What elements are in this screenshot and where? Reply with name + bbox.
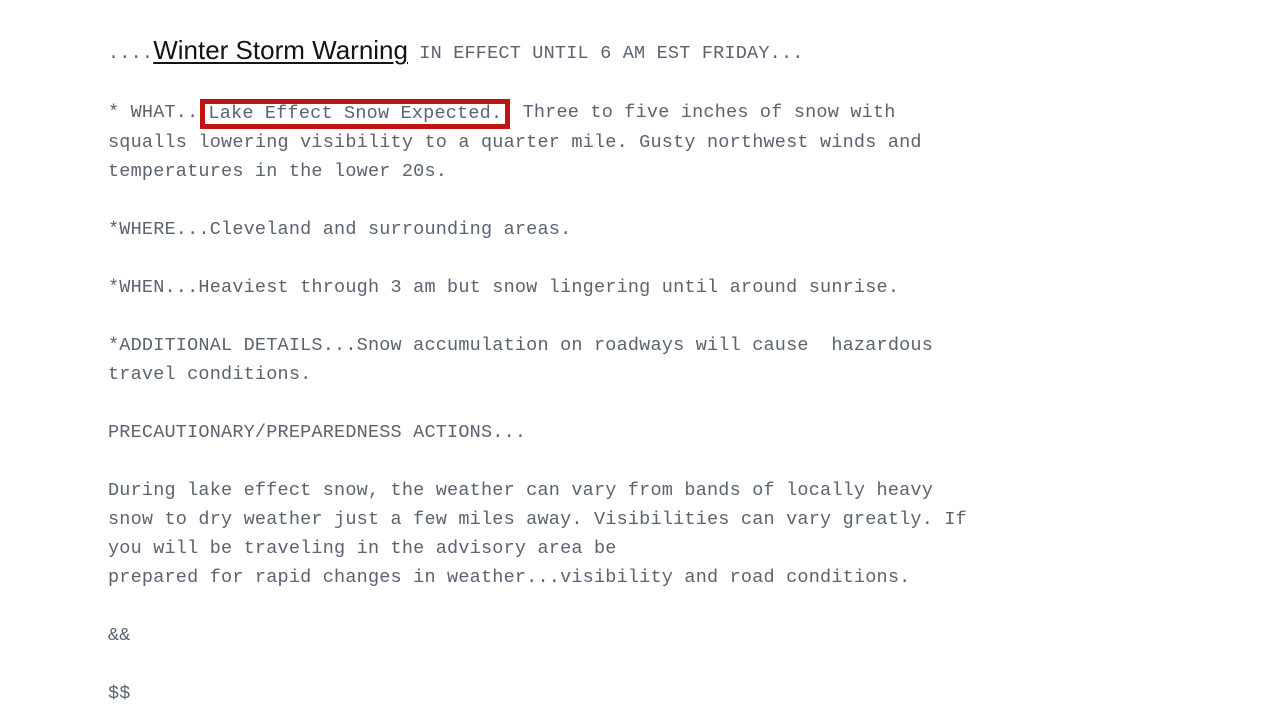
where-line: *WHERE...Cleveland and surrounding areas… bbox=[108, 219, 572, 240]
alert-headline: ....Winter Storm Warning IN EFFECT UNTIL… bbox=[108, 36, 1228, 69]
what-section: * WHAT.. Lake Effect Snow Expected. Three… bbox=[108, 98, 1228, 186]
segment-separator-section: && bbox=[108, 621, 1228, 650]
precautionary-heading-section: PRECAUTIONARY/PREPAREDNESS ACTIONS... bbox=[108, 418, 1228, 447]
alert-event-title: Winter Storm Warning bbox=[153, 35, 408, 65]
headline-leading-dots: .... bbox=[108, 43, 154, 64]
alert-text-body: ....Winter Storm Warning IN EFFECT UNTIL… bbox=[108, 36, 1228, 708]
weather-alert-page: ....Winter Storm Warning IN EFFECT UNTIL… bbox=[0, 0, 1280, 720]
additional-details-line1: *ADDITIONAL DETAILS...Snow accumulation … bbox=[108, 335, 934, 356]
segment-separator: && bbox=[108, 625, 131, 646]
additional-details-line2: travel conditions. bbox=[108, 364, 312, 385]
when-line: *WHEN...Heaviest through 3 am but snow l… bbox=[108, 277, 900, 298]
highlighted-phrase-box: Lake Effect Snow Expected. bbox=[200, 99, 511, 129]
end-marker-section: $$ bbox=[108, 679, 1228, 708]
precautionary-body-line4: prepared for rapid changes in weather...… bbox=[108, 567, 911, 588]
when-section: *WHEN...Heaviest through 3 am but snow l… bbox=[108, 273, 1228, 302]
precautionary-body-line1: During lake effect snow, the weather can… bbox=[108, 480, 934, 501]
end-marker: $$ bbox=[108, 683, 131, 704]
additional-details-section: *ADDITIONAL DETAILS...Snow accumulation … bbox=[108, 331, 1228, 389]
where-section: *WHERE...Cleveland and surrounding areas… bbox=[108, 215, 1228, 244]
headline-effective-period: IN EFFECT UNTIL 6 AM EST FRIDAY... bbox=[407, 43, 804, 64]
what-label: * WHAT.. bbox=[108, 102, 199, 123]
precautionary-body-section: During lake effect snow, the weather can… bbox=[108, 476, 1228, 592]
what-third-line: temperatures in the lower 20s. bbox=[108, 161, 448, 182]
precautionary-body-line3: you will be traveling in the advisory ar… bbox=[108, 538, 617, 559]
what-line1-tail: Three to five inches of snow with bbox=[511, 102, 896, 123]
what-second-line: squalls lowering visibility to a quarter… bbox=[108, 132, 922, 153]
precautionary-body-line2: snow to dry weather just a few miles awa… bbox=[108, 509, 967, 530]
precautionary-heading: PRECAUTIONARY/PREPAREDNESS ACTIONS... bbox=[108, 422, 527, 443]
what-first-line: * WHAT.. Lake Effect Snow Expected. Three… bbox=[108, 98, 1228, 129]
